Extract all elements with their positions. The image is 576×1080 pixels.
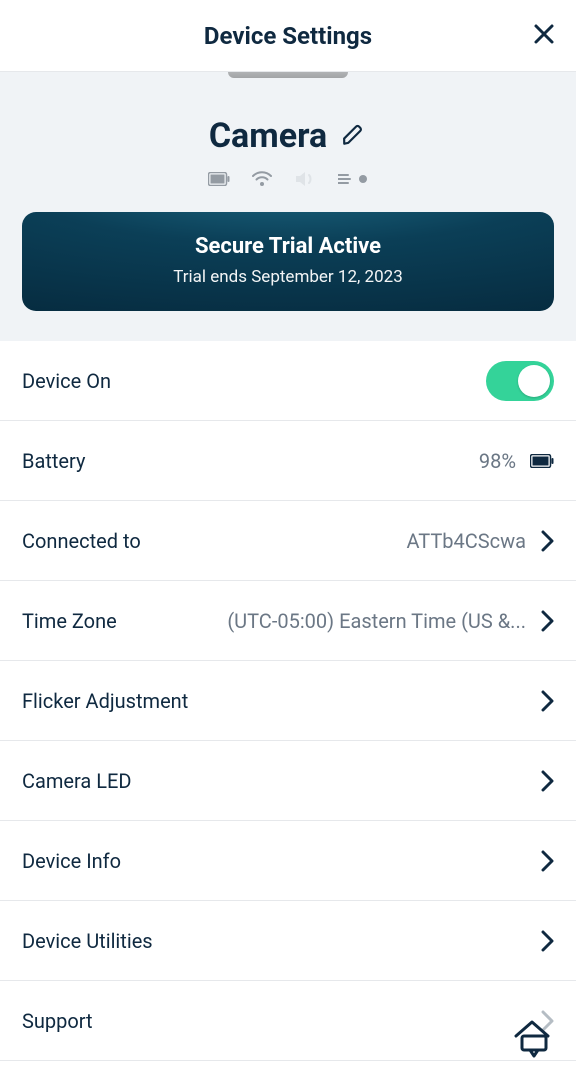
banner-subtitle: Trial ends September 12, 2023 — [42, 267, 534, 287]
wifi-name-value: ATTb4CScwa — [406, 529, 526, 553]
motion-icon — [338, 172, 368, 186]
device-hero: Camera Secure Trial Active Trial ends Se… — [0, 72, 576, 341]
chevron-right-icon — [540, 610, 554, 632]
battery-value: 98% — [479, 449, 516, 473]
chevron-right-icon — [540, 690, 554, 712]
row-support[interactable]: Support — [0, 981, 576, 1061]
device-name: Camera — [209, 116, 327, 156]
home-chat-icon — [508, 1012, 556, 1060]
row-label: Device Utilities — [22, 929, 153, 953]
row-time-zone[interactable]: Time Zone (UTC-05:00) Eastern Time (US &… — [0, 581, 576, 661]
chevron-right-icon — [540, 930, 554, 952]
row-connected-to[interactable]: Connected to ATTb4CScwa — [0, 501, 576, 581]
row-label: Device On — [22, 369, 111, 393]
row-label: Device Info — [22, 849, 121, 873]
row-flicker-adjustment[interactable]: Flicker Adjustment — [0, 661, 576, 741]
header: Device Settings — [0, 0, 576, 72]
chevron-right-icon — [540, 850, 554, 872]
row-label: Flicker Adjustment — [22, 689, 188, 713]
banner-title: Secure Trial Active — [42, 234, 534, 259]
row-device-info[interactable]: Device Info — [0, 821, 576, 901]
close-icon — [532, 22, 556, 46]
battery-icon — [208, 172, 230, 186]
device-on-toggle[interactable] — [486, 361, 554, 401]
row-device-on: Device On — [0, 341, 576, 421]
close-button[interactable] — [532, 22, 556, 50]
trial-banner[interactable]: Secure Trial Active Trial ends September… — [22, 212, 554, 311]
settings-list: Device On Battery 98% Connected to ATTb4… — [0, 341, 576, 1061]
battery-icon — [530, 454, 554, 468]
device-image — [228, 72, 348, 78]
pencil-icon — [341, 121, 367, 147]
row-device-utilities[interactable]: Device Utilities — [0, 901, 576, 981]
row-label: Connected to — [22, 529, 141, 553]
page-title: Device Settings — [204, 22, 372, 50]
home-fab-button[interactable] — [504, 1008, 560, 1064]
row-label: Camera LED — [22, 769, 132, 793]
wifi-icon — [252, 171, 272, 187]
speaker-muted-icon — [294, 170, 316, 188]
row-label: Time Zone — [22, 609, 117, 633]
row-battery[interactable]: Battery 98% — [0, 421, 576, 501]
edit-name-button[interactable] — [341, 121, 367, 151]
status-icons — [22, 170, 554, 188]
row-camera-led[interactable]: Camera LED — [0, 741, 576, 821]
chevron-right-icon — [540, 530, 554, 552]
row-label: Support — [22, 1009, 93, 1033]
chevron-right-icon — [540, 770, 554, 792]
time-zone-value: (UTC-05:00) Eastern Time (US &... — [227, 609, 526, 633]
row-label: Battery — [22, 449, 85, 473]
